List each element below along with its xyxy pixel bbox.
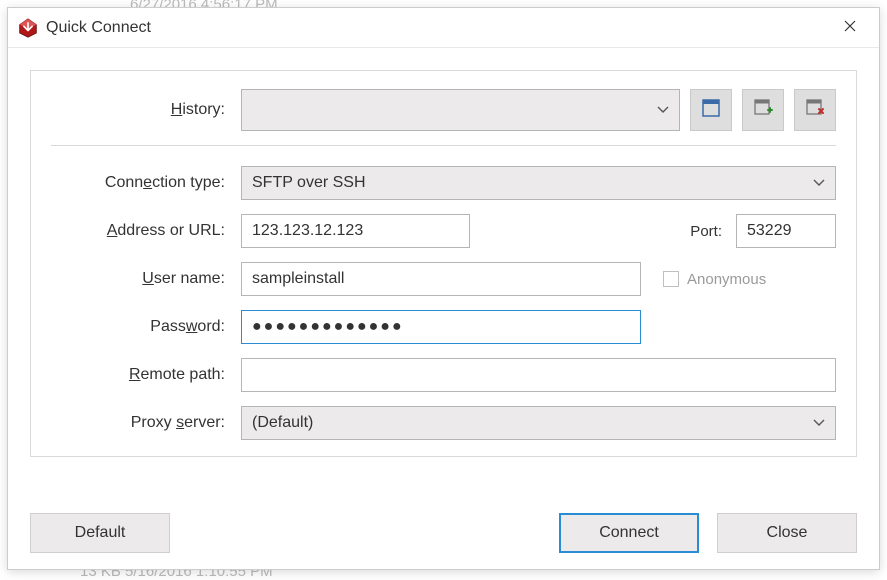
anonymous-checkbox: Anonymous xyxy=(663,271,766,288)
password-label: Password: xyxy=(51,318,241,336)
password-input[interactable]: ●●●●●●●●●●●●● xyxy=(241,310,641,344)
port-input[interactable] xyxy=(736,214,836,248)
history-add-button[interactable] xyxy=(742,89,784,131)
checkbox-box-icon xyxy=(663,271,679,287)
connect-button[interactable]: Connect xyxy=(559,513,699,553)
username-input[interactable] xyxy=(241,262,641,296)
history-label: History: xyxy=(51,101,241,119)
close-button[interactable]: Close xyxy=(717,513,857,553)
address-input[interactable] xyxy=(241,214,470,248)
separator xyxy=(51,145,836,146)
panel-plus-icon xyxy=(753,98,773,122)
chevron-down-icon xyxy=(813,179,825,187)
address-label: Address or URL: xyxy=(51,222,241,240)
proxy-value: (Default) xyxy=(252,414,313,432)
window-close-button[interactable] xyxy=(827,12,873,44)
proxy-label: Proxy server: xyxy=(51,414,241,432)
titlebar: Quick Connect xyxy=(8,8,879,48)
panel-x-icon xyxy=(805,98,825,122)
remote-path-input[interactable] xyxy=(241,358,836,392)
chevron-down-icon xyxy=(813,419,825,427)
history-dropdown[interactable] xyxy=(241,89,680,131)
close-icon xyxy=(844,19,856,36)
app-icon xyxy=(18,18,38,38)
username-label: User name: xyxy=(51,270,241,288)
panel-icon xyxy=(701,98,721,122)
dialog-footer: Default Connect Close xyxy=(30,495,857,553)
form-panel: History: xyxy=(30,70,857,457)
proxy-dropdown[interactable]: (Default) xyxy=(241,406,836,440)
default-button[interactable]: Default xyxy=(30,513,170,553)
connection-type-label: Connection type: xyxy=(51,174,241,192)
connection-type-dropdown[interactable]: SFTP over SSH xyxy=(241,166,836,200)
chevron-down-icon xyxy=(657,106,669,114)
anonymous-label: Anonymous xyxy=(687,271,766,288)
quick-connect-dialog: Quick Connect History: xyxy=(7,7,880,570)
history-details-button[interactable] xyxy=(690,89,732,131)
connection-type-value: SFTP over SSH xyxy=(252,174,366,192)
history-remove-button[interactable] xyxy=(794,89,836,131)
remote-path-label: Remote path: xyxy=(51,366,241,384)
dialog-title: Quick Connect xyxy=(46,19,827,37)
port-label: Port: xyxy=(690,223,726,240)
